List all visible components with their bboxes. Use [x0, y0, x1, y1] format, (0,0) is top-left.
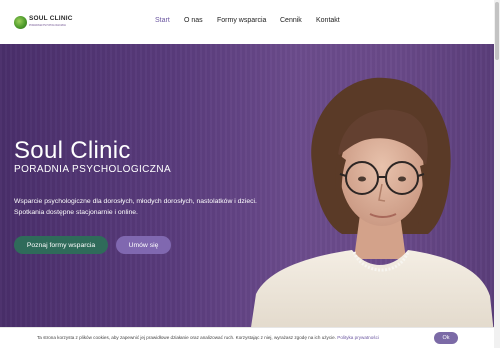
scrollbar-thumb[interactable]	[495, 2, 499, 60]
hero-title: Soul Clinic	[14, 137, 131, 164]
hero-subtitle: PORADNIA PSYCHOLOGICZNA	[14, 164, 172, 175]
nav-item-cennik[interactable]: Cennik	[280, 17, 302, 24]
main-nav: Start O nas Formy wsparcia Cennik Kontak…	[0, 17, 494, 29]
book-appointment-button[interactable]: Umów się	[116, 236, 171, 254]
hero-section: Soul Clinic PORADNIA PSYCHOLOGICZNA Wspa…	[0, 44, 494, 334]
cookie-ok-button[interactable]: Ok	[434, 332, 458, 344]
hero-description: Wsparcie psychologiczne dla dorosłych, m…	[14, 196, 284, 218]
nav-item-kontakt[interactable]: Kontakt	[316, 17, 340, 24]
nav-item-o-nas[interactable]: O nas	[184, 17, 203, 24]
cookie-banner: Ta strona korzysta z plików cookies, aby…	[0, 327, 494, 349]
cookie-text: Ta strona korzysta z plików cookies, aby…	[37, 335, 336, 340]
support-forms-button[interactable]: Poznaj formy wsparcia	[14, 236, 108, 254]
nav-item-start[interactable]: Start	[155, 17, 170, 24]
page-scrollbar[interactable]	[494, 0, 500, 348]
cookie-message: Ta strona korzysta z plików cookies, aby…	[37, 335, 379, 340]
psychologist-portrait-image	[250, 77, 494, 334]
nav-item-formy-wsparcia[interactable]: Formy wsparcia	[217, 17, 266, 24]
site-header: SOUL CLINIC PORADNIA PSYCHOLOGICZNA Star…	[0, 0, 494, 45]
privacy-policy-link[interactable]: Polityka prywatności	[337, 335, 379, 340]
hero-description-line: Spotkania dostępne stacjonarnie i online…	[14, 209, 138, 216]
hero-description-line: Wsparcie psychologiczne dla dorosłych, m…	[14, 198, 257, 205]
